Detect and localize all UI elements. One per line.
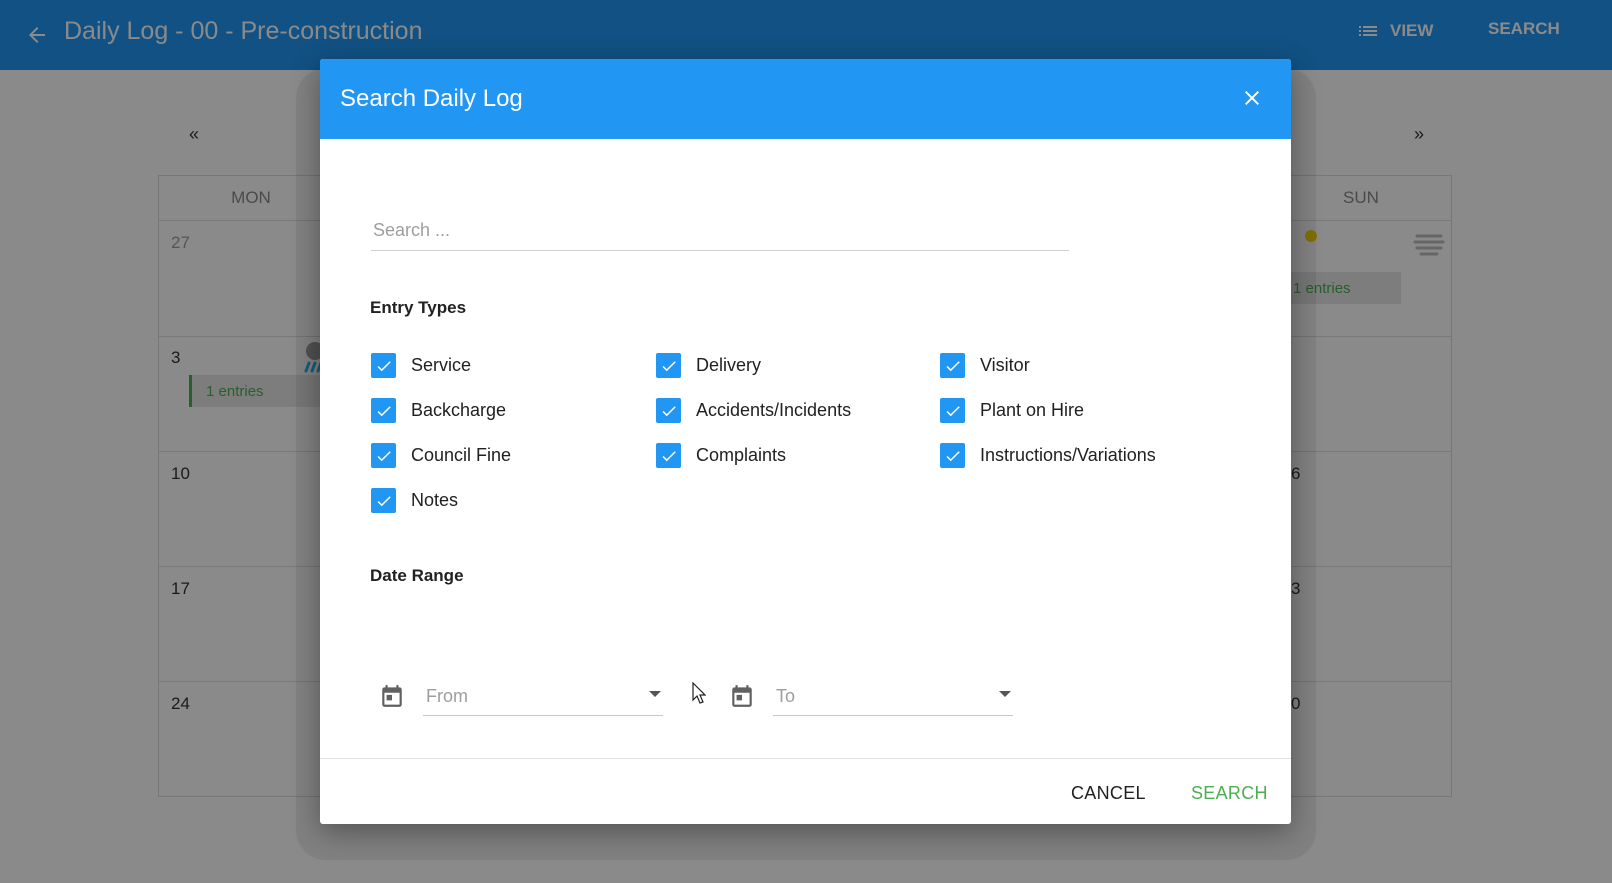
checkbox-box[interactable] bbox=[940, 353, 965, 378]
close-icon bbox=[1245, 91, 1259, 105]
entry-type-checkbox[interactable]: Accidents/Incidents bbox=[656, 398, 851, 423]
check-icon bbox=[662, 360, 676, 371]
checkbox-box[interactable] bbox=[371, 488, 396, 513]
entry-type-checkbox[interactable]: Instructions/Variations bbox=[940, 443, 1156, 468]
mouse-cursor-icon bbox=[692, 682, 706, 704]
checkbox-label: Plant on Hire bbox=[980, 400, 1085, 420]
check-icon bbox=[377, 495, 391, 506]
search-input[interactable] bbox=[371, 211, 1069, 251]
entry-types-label: Entry Types bbox=[370, 298, 467, 317]
to-date-field: To bbox=[729, 676, 1013, 716]
to-placeholder: To bbox=[776, 686, 796, 706]
entry-type-checkbox[interactable]: Delivery bbox=[656, 353, 761, 378]
dialog-divider bbox=[320, 758, 1291, 759]
checkbox-label: Service bbox=[411, 355, 472, 375]
entry-type-checkbox[interactable]: Council Fine bbox=[371, 443, 511, 468]
checkbox-label: Delivery bbox=[696, 355, 762, 375]
check-icon bbox=[662, 405, 676, 416]
entry-type-checkbox[interactable]: Service bbox=[371, 353, 471, 378]
checkbox-label: Notes bbox=[411, 490, 459, 510]
check-icon bbox=[377, 450, 391, 461]
from-date-field: From bbox=[379, 676, 663, 716]
calendar-icon[interactable] bbox=[379, 682, 405, 710]
checkbox-label: Complaints bbox=[696, 445, 787, 465]
checkbox-label: Backcharge bbox=[411, 400, 507, 420]
chevron-down-icon bbox=[649, 691, 661, 697]
checkbox-box[interactable] bbox=[371, 443, 396, 468]
check-icon bbox=[662, 450, 676, 461]
chevron-down-icon bbox=[999, 691, 1011, 697]
check-icon bbox=[946, 405, 960, 416]
entry-type-checkbox[interactable]: Notes bbox=[371, 488, 458, 513]
close-button[interactable] bbox=[1235, 81, 1269, 115]
check-icon bbox=[946, 450, 960, 461]
checkbox-label: Accidents/Incidents bbox=[696, 400, 852, 420]
entry-type-checkbox[interactable]: Plant on Hire bbox=[940, 398, 1084, 423]
checkbox-box[interactable] bbox=[656, 353, 681, 378]
checkbox-box[interactable] bbox=[371, 398, 396, 423]
from-placeholder: From bbox=[426, 686, 468, 706]
entry-type-checkbox[interactable]: Complaints bbox=[656, 443, 786, 468]
date-range-label: Date Range bbox=[370, 566, 464, 585]
checkbox-label: Council Fine bbox=[411, 445, 512, 465]
search-dialog: Search Daily Log Entry Types Service Deli… bbox=[320, 59, 1291, 824]
to-date-input[interactable]: To bbox=[773, 676, 1013, 716]
dialog-title: Search Daily Log bbox=[340, 85, 523, 112]
entry-type-checkbox[interactable]: Visitor bbox=[940, 353, 1030, 378]
checkbox-label: Visitor bbox=[980, 355, 1030, 375]
calendar-icon[interactable] bbox=[729, 682, 755, 710]
checkbox-box[interactable] bbox=[371, 353, 396, 378]
check-icon bbox=[377, 360, 391, 371]
checkbox-box[interactable] bbox=[656, 398, 681, 423]
checkbox-box[interactable] bbox=[940, 443, 965, 468]
entry-type-checkbox[interactable]: Backcharge bbox=[371, 398, 506, 423]
checkbox-label: Instructions/Variations bbox=[980, 445, 1156, 465]
checkbox-box[interactable] bbox=[656, 443, 681, 468]
cancel-button[interactable]: CANCEL bbox=[1071, 783, 1146, 804]
check-icon bbox=[946, 360, 960, 371]
search-button[interactable]: SEARCH bbox=[1191, 783, 1268, 804]
from-date-input[interactable]: From bbox=[423, 676, 663, 716]
checkbox-box[interactable] bbox=[940, 398, 965, 423]
dialog-header: Search Daily Log bbox=[320, 59, 1291, 139]
check-icon bbox=[377, 405, 391, 416]
